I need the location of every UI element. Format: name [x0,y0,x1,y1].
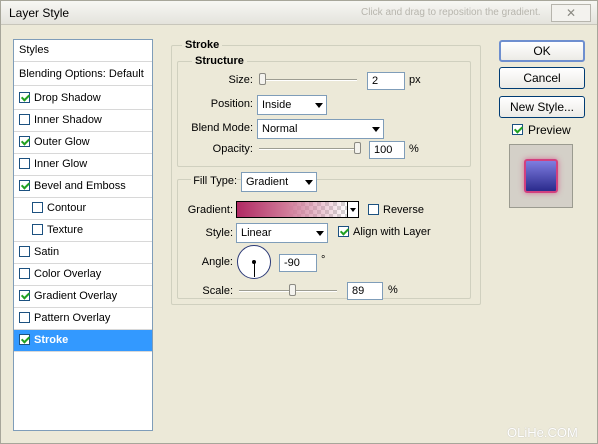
checkbox-drop-shadow[interactable] [19,92,30,103]
style-item-drop-shadow[interactable]: Drop Shadow [14,88,152,110]
checkbox-inner-glow[interactable] [19,158,30,169]
blending-options-item[interactable]: Blending Options: Default [14,64,152,86]
opacity-unit: % [409,143,419,155]
chevron-down-icon [372,127,380,132]
opacity-slider-thumb[interactable] [354,142,361,154]
checkbox-color-overlay[interactable] [19,268,30,279]
style-item-label: Contour [47,202,87,214]
gradient-swatch[interactable] [236,201,348,218]
checkbox-contour[interactable] [32,202,43,213]
angle-dial[interactable] [237,245,271,279]
preview-thumbnail [524,159,558,193]
blend-mode-value: Normal [262,123,298,135]
scale-slider[interactable] [239,290,337,292]
gradient-dropdown[interactable] [347,201,359,218]
angle-input[interactable]: -90 [279,254,317,272]
style-item-outer-glow[interactable]: Outer Glow [14,132,152,154]
watermark: OLiHe.COM [507,425,578,440]
style-item-label: Outer Glow [34,136,90,148]
preview-checkbox[interactable] [512,124,523,135]
scale-input[interactable]: 89 [347,282,383,300]
position-label: Position: [210,98,253,110]
angle-center-dot [252,260,256,264]
cancel-button[interactable]: Cancel [499,67,585,89]
opacity-input[interactable]: 100 [369,141,405,159]
fill-type-label: Fill Type: [191,175,237,187]
position-select[interactable]: Inside [257,95,327,115]
align-with-layer-checkbox[interactable] [338,226,349,237]
style-item-gradient-overlay[interactable]: Gradient Overlay [14,286,152,308]
align-with-layer-label: Align with Layer [353,226,431,238]
gradient-label: Gradient: [187,204,233,216]
style-item-color-overlay[interactable]: Color Overlay [14,264,152,286]
style-item-stroke[interactable]: Stroke [14,330,152,352]
size-slider[interactable] [259,79,357,81]
angle-label: Angle: [201,256,233,268]
position-value: Inside [262,99,292,111]
style-item-label: Stroke [34,334,69,346]
checkbox-gradient-overlay[interactable] [19,290,30,301]
scale-slider-thumb[interactable] [289,284,296,296]
style-item-label: Inner Glow [34,158,88,170]
style-item-label: Pattern Overlay [34,312,111,324]
styles-list: Styles Blending Options: Default Drop Sh… [13,39,153,431]
style-item-contour[interactable]: Contour [14,198,152,220]
chevron-down-icon [350,208,356,212]
style-item-label: Bevel and Emboss [34,180,126,192]
stroke-title: Stroke [182,39,223,51]
opacity-slider[interactable] [259,148,361,150]
size-label: Size: [228,74,253,86]
scale-unit: % [388,284,398,296]
title-hint: Click and drag to reposition the gradien… [361,7,541,18]
checkbox-inner-shadow[interactable] [19,114,30,125]
blend-mode-label: Blend Mode: [191,122,253,134]
checkbox-outer-glow[interactable] [19,136,30,147]
reverse-checkbox[interactable] [368,204,379,215]
preview-label: Preview [528,123,571,137]
close-button[interactable]: ✕ [551,4,591,22]
style-item-label: Inner Shadow [34,114,102,126]
blend-mode-select[interactable]: Normal [257,119,384,139]
style-item-label: Texture [47,224,84,236]
checkbox-bevel-emboss[interactable] [19,180,30,191]
new-style-button[interactable]: New Style... [499,96,585,118]
size-slider-thumb[interactable] [259,73,266,85]
chevron-down-icon [305,180,313,185]
structure-title: Structure [192,55,247,67]
style-label: Style: [205,227,233,239]
styles-header[interactable]: Styles [14,40,152,62]
style-item-texture[interactable]: Texture [14,220,152,242]
style-item-satin[interactable]: Satin [14,242,152,264]
opacity-label: Opacity: [212,143,253,155]
checkbox-pattern-overlay[interactable] [19,312,30,323]
checkbox-texture[interactable] [32,224,43,235]
style-item-label: Satin [34,246,60,258]
style-item-label: Drop Shadow [34,92,101,104]
chevron-down-icon [316,231,324,236]
angle-unit: ° [321,254,326,266]
style-value: Linear [241,227,272,239]
style-item-pattern-overlay[interactable]: Pattern Overlay [14,308,152,330]
style-item-label: Color Overlay [34,268,102,280]
checkbox-stroke[interactable] [19,334,30,345]
style-select[interactable]: Linear [236,223,328,243]
ok-button[interactable]: OK [499,40,585,62]
reverse-label: Reverse [383,204,424,216]
style-item-inner-shadow[interactable]: Inner Shadow [14,110,152,132]
style-item-label: Gradient Overlay [34,290,118,302]
size-input[interactable]: 2 [367,72,405,90]
style-item-inner-glow[interactable]: Inner Glow [14,154,152,176]
fill-type-value: Gradient [246,176,289,188]
chevron-down-icon [315,103,323,108]
scale-label: Scale: [202,285,233,297]
layer-style-dialog: Layer Style Click and drag to reposition… [0,0,598,444]
style-item-bevel-emboss[interactable]: Bevel and Emboss [14,176,152,198]
title-bar: Layer Style Click and drag to reposition… [1,1,597,25]
dialog-title: Layer Style [9,6,70,20]
size-unit: px [409,74,421,86]
checkbox-satin[interactable] [19,246,30,257]
preview-swatch [509,144,573,208]
fill-type-select[interactable]: Gradient [241,172,317,192]
